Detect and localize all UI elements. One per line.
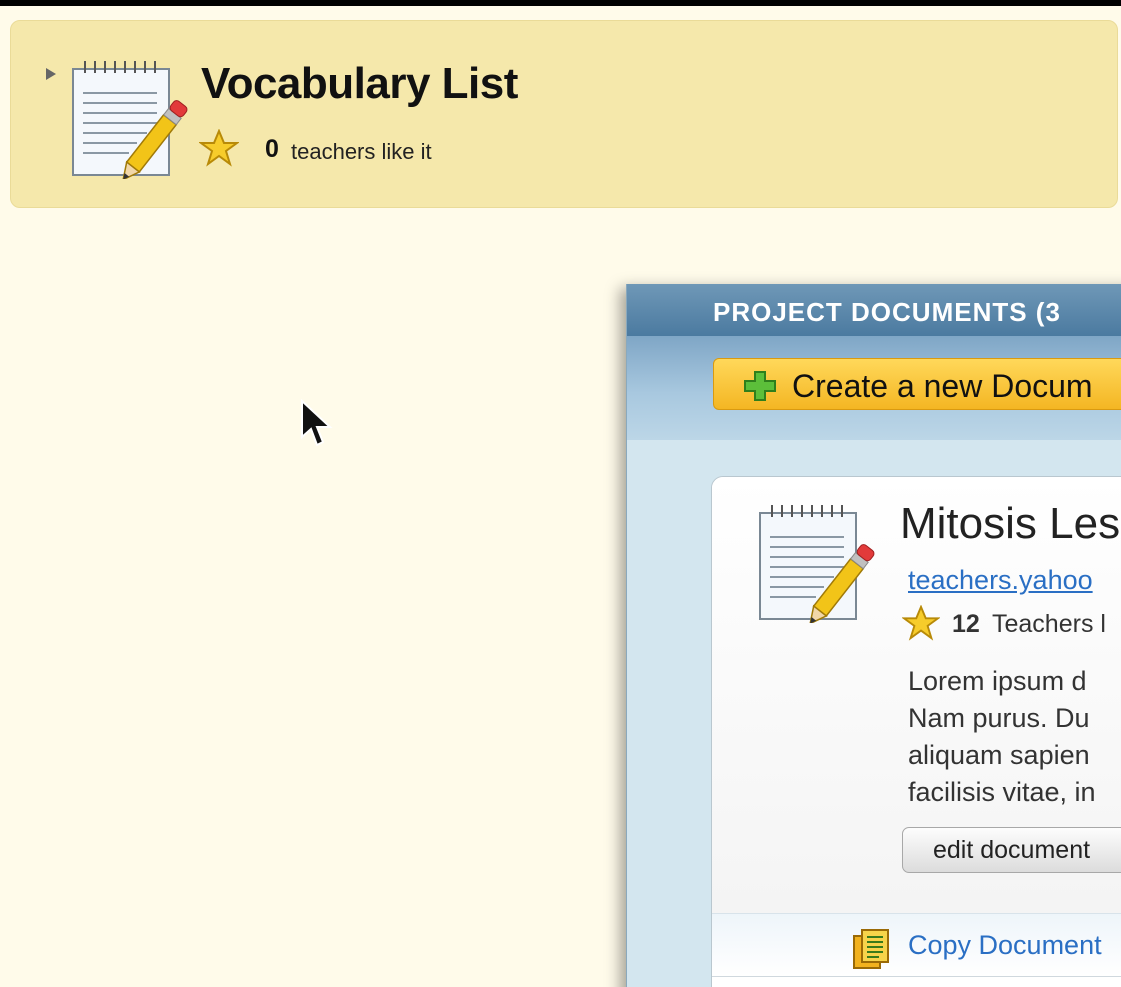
description-line: aliquam sapien bbox=[908, 740, 1090, 770]
copy-document-icon[interactable] bbox=[850, 928, 894, 970]
document-link[interactable]: teachers.yahoo bbox=[908, 565, 1093, 596]
document-card: Mitosis Les teachers.yahoo 12 Teachers l… bbox=[711, 476, 1121, 987]
triangle-right-icon[interactable] bbox=[45, 67, 57, 81]
document-pencil-icon bbox=[72, 61, 188, 179]
document-title: Mitosis Les bbox=[900, 499, 1121, 548]
panel-toolbar: Create a new Docum bbox=[627, 336, 1121, 440]
document-pencil-icon bbox=[759, 505, 875, 623]
create-document-button[interactable]: Create a new Docum bbox=[713, 358, 1121, 410]
likes-label: teachers like it bbox=[291, 139, 432, 164]
mouse-pointer-icon bbox=[301, 399, 333, 447]
create-button-label: Create a new Docum bbox=[792, 368, 1093, 404]
likes-count: 0 bbox=[265, 135, 279, 163]
header-card: Vocabulary List 0 teachers like it bbox=[10, 20, 1118, 208]
document-likes-label: Teachers l bbox=[992, 610, 1106, 638]
star-icon[interactable] bbox=[902, 605, 940, 641]
description-line: Lorem ipsum d bbox=[908, 666, 1087, 696]
document-likes-count: 12 bbox=[952, 610, 980, 638]
document-description: Lorem ipsum d Nam purus. Du aliquam sapi… bbox=[908, 663, 1121, 811]
description-line: facilisis vitae, in bbox=[908, 777, 1096, 807]
edit-document-button[interactable]: edit document bbox=[902, 827, 1121, 873]
document-card-body: Mitosis Les teachers.yahoo 12 Teachers l… bbox=[712, 477, 1121, 913]
project-documents-panel: PROJECT DOCUMENTS (3 Create a new Docum bbox=[626, 284, 1121, 987]
copy-document-link[interactable]: Copy Document bbox=[908, 930, 1102, 961]
description-line: Nam purus. Du bbox=[908, 703, 1090, 733]
page: Vocabulary List 0 teachers like it PROJE… bbox=[0, 6, 1121, 987]
green-plus-icon bbox=[744, 371, 776, 401]
page-title: Vocabulary List bbox=[201, 59, 518, 108]
document-card-footer: Copy Document bbox=[712, 913, 1121, 977]
panel-header: PROJECT DOCUMENTS (3 bbox=[627, 284, 1121, 336]
star-icon[interactable] bbox=[199, 129, 239, 167]
